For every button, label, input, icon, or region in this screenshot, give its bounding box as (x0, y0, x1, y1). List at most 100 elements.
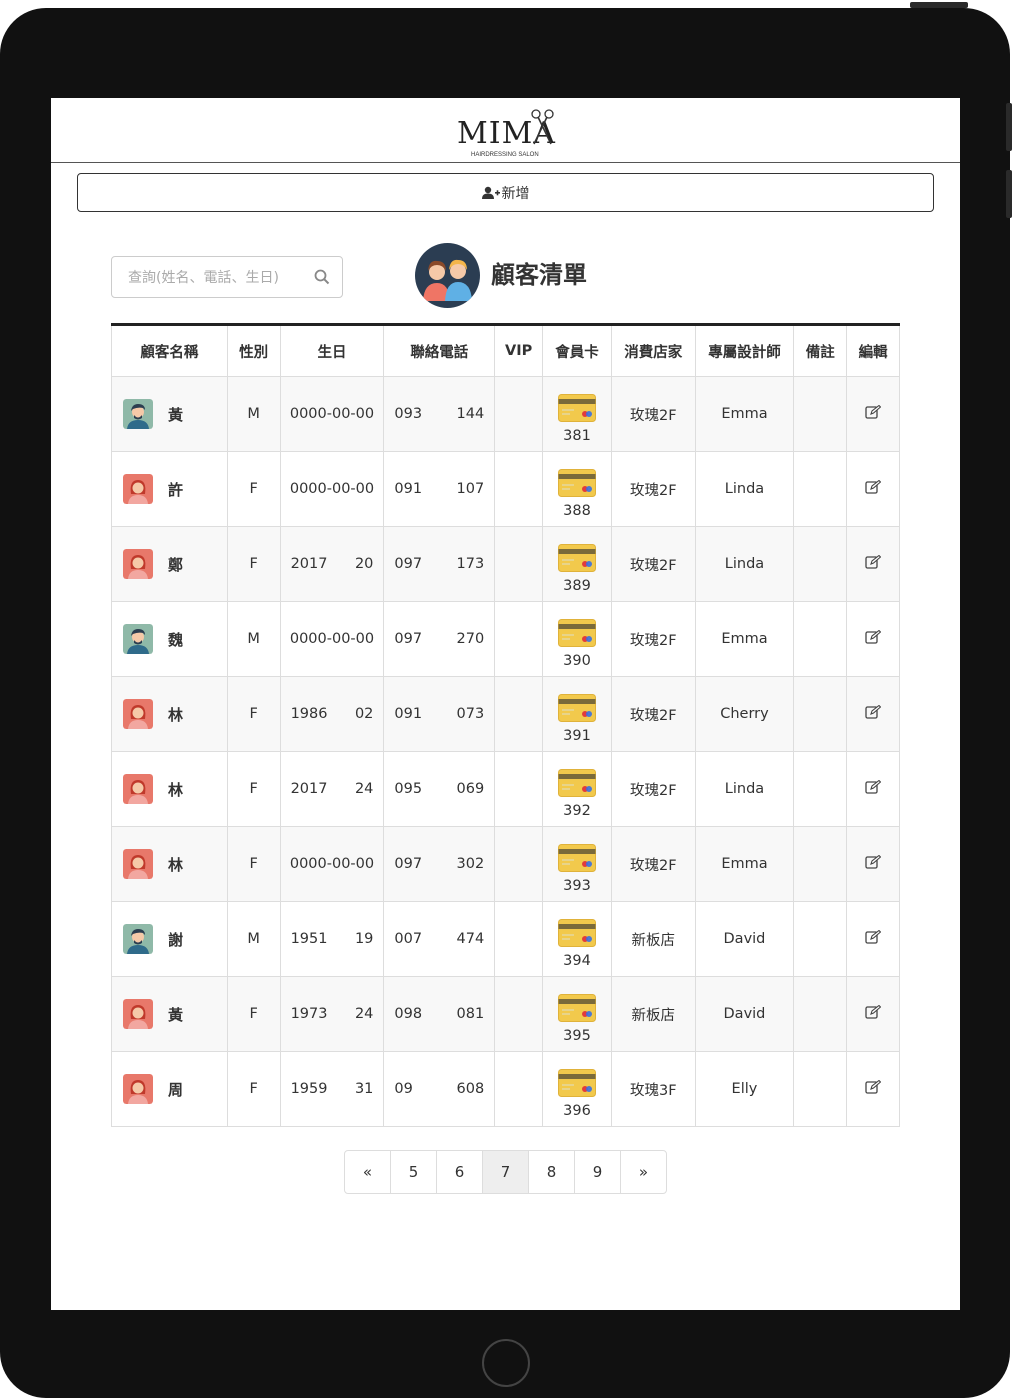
phone-suffix: 302 (456, 856, 485, 872)
cell-store: 玫瑰3F (610, 1051, 696, 1127)
col-header-phone: 聯絡電話 (383, 324, 496, 377)
table-row[interactable]: 黃 F 1973 24 098 081 395 新板店 David (111, 976, 900, 1052)
add-customer-label: 新增 (501, 185, 530, 202)
cell-designer: David (694, 976, 795, 1052)
brand-logo[interactable]: MIMA HAIRDRESSING SALON (455, 108, 565, 160)
birthday-year: 1959 (290, 1081, 328, 1097)
table-row[interactable]: 周 F 1959 31 09 608 396 玫瑰3F Elly (111, 1051, 900, 1127)
edit-icon[interactable] (865, 1004, 882, 1019)
add-customer-button[interactable]: 新增 (77, 173, 934, 212)
cell-name: 黃 (111, 976, 228, 1052)
birthday-day: 31 (354, 1081, 374, 1097)
female-avatar-icon (123, 774, 153, 804)
cell-birthday: 2017 20 (279, 526, 385, 602)
edit-icon[interactable] (865, 779, 882, 794)
page-first-button[interactable]: « (345, 1151, 391, 1193)
table-row[interactable]: 林 F 0000-00-00 097 302 393 玫瑰2F Emma (111, 826, 900, 902)
cell-vip (494, 526, 544, 602)
edit-icon[interactable] (865, 1079, 882, 1094)
cell-phone: 091 107 (383, 451, 496, 527)
edit-icon[interactable] (865, 704, 882, 719)
cell-card: 394 (542, 901, 612, 977)
cell-gender: M (226, 901, 281, 977)
member-card-icon (558, 394, 597, 422)
table-row[interactable]: 許 F 0000-00-00 091 107 388 玫瑰2F Linda (111, 451, 900, 527)
cell-birthday: 1959 31 (279, 1051, 385, 1127)
cell-store: 玫瑰2F (610, 376, 696, 452)
card-number: 390 (563, 653, 591, 669)
cell-note (793, 451, 848, 527)
cell-vip (494, 751, 544, 827)
table-row[interactable]: 謝 M 1951 19 007 474 394 新板店 David (111, 901, 900, 977)
cell-birthday: 2017 24 (279, 751, 385, 827)
cell-name: 許 (111, 451, 228, 527)
cell-gender: F (226, 676, 281, 752)
customer-name[interactable]: 黃 (168, 404, 183, 425)
customer-name[interactable]: 林 (168, 854, 183, 875)
page-button-current[interactable]: 7 (483, 1151, 529, 1193)
member-card-icon (558, 844, 597, 872)
page-button[interactable]: 9 (575, 1151, 621, 1193)
cell-phone: 095 069 (383, 751, 496, 827)
page-button[interactable]: 8 (529, 1151, 575, 1193)
birthday-day: 24 (354, 1006, 374, 1022)
card-number: 393 (563, 878, 591, 894)
table-row[interactable]: 魏 M 0000-00-00 097 270 390 玫瑰2F Emma (111, 601, 900, 677)
search-input[interactable] (126, 267, 310, 289)
home-button[interactable] (482, 1339, 530, 1387)
member-card-icon (558, 694, 597, 722)
cell-name: 黃 (111, 376, 228, 452)
customer-name[interactable]: 鄭 (168, 554, 183, 575)
customer-name[interactable]: 許 (168, 479, 183, 500)
edit-icon[interactable] (865, 629, 882, 644)
table-row[interactable]: 林 F 2017 24 095 069 392 玫瑰2F Linda (111, 751, 900, 827)
cell-note (793, 376, 848, 452)
customer-name[interactable]: 周 (168, 1079, 183, 1100)
member-card-icon (558, 544, 597, 572)
customer-name[interactable]: 林 (168, 704, 183, 725)
edit-icon[interactable] (865, 479, 882, 494)
cell-store: 玫瑰2F (610, 676, 696, 752)
edit-icon[interactable] (865, 404, 882, 419)
phone-prefix: 095 (394, 781, 423, 797)
male-avatar-icon (123, 624, 153, 654)
page-button[interactable]: 5 (391, 1151, 437, 1193)
card-number: 389 (563, 578, 591, 594)
cell-designer: Elly (694, 1051, 795, 1127)
customer-name[interactable]: 魏 (168, 629, 183, 650)
cell-birthday: 0000-00-00 (279, 826, 385, 902)
customer-name[interactable]: 黃 (168, 1004, 183, 1025)
customer-name[interactable]: 謝 (168, 929, 183, 950)
edit-icon[interactable] (865, 554, 882, 569)
member-card-icon (558, 1069, 597, 1097)
search-icon[interactable] (314, 269, 330, 285)
cell-designer: David (694, 901, 795, 977)
page-button[interactable]: 6 (437, 1151, 483, 1193)
cell-name: 魏 (111, 601, 228, 677)
phone-suffix: 608 (456, 1081, 485, 1097)
table-row[interactable]: 黃 M 0000-00-00 093 144 381 玫瑰2F Emma (111, 376, 900, 452)
col-header-gender: 性別 (226, 324, 281, 377)
cell-edit (846, 601, 900, 677)
birthday-year: 1973 (290, 1006, 328, 1022)
cell-vip (494, 1051, 544, 1127)
cell-name: 謝 (111, 901, 228, 977)
table-row[interactable]: 鄭 F 2017 20 097 173 389 玫瑰2F Linda (111, 526, 900, 602)
edit-icon[interactable] (865, 929, 882, 944)
cell-card: 393 (542, 826, 612, 902)
page-last-button[interactable]: » (621, 1151, 666, 1193)
cell-name: 林 (111, 676, 228, 752)
cell-store: 玫瑰2F (610, 601, 696, 677)
cell-edit (846, 676, 900, 752)
phone-prefix: 097 (394, 856, 423, 872)
birthday-year: 2017 (290, 781, 328, 797)
cell-note (793, 901, 848, 977)
birthday-day: 19 (354, 931, 374, 947)
cell-edit (846, 901, 900, 977)
customer-name[interactable]: 林 (168, 779, 183, 800)
cell-vip (494, 901, 544, 977)
table-row[interactable]: 林 F 1986 02 091 073 391 玫瑰2F Cherry (111, 676, 900, 752)
cell-gender: F (226, 976, 281, 1052)
cell-note (793, 751, 848, 827)
edit-icon[interactable] (865, 854, 882, 869)
